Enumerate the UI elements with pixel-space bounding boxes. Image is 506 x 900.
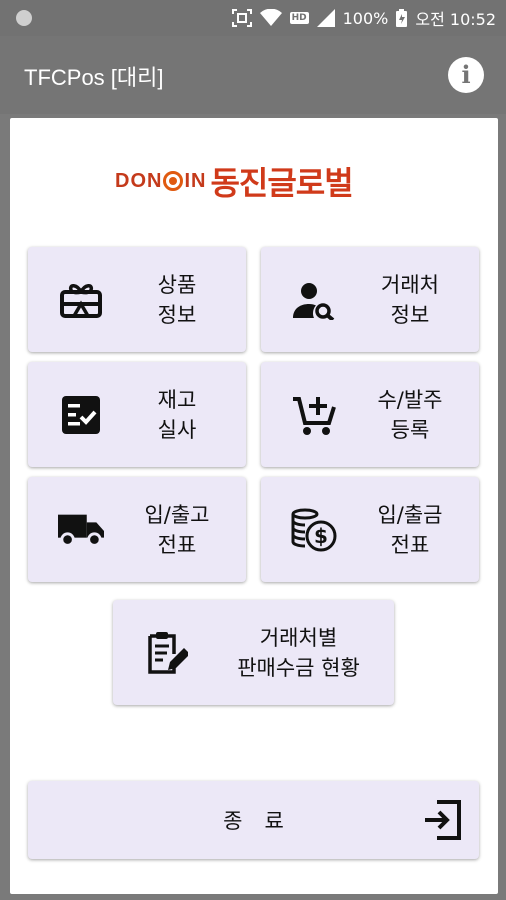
status-bar: HD 100% 오전 10:52 — [0, 0, 506, 36]
app-bar: TFCPos [대리] i — [0, 36, 506, 114]
exit-label: 종료 — [223, 809, 306, 833]
info-icon: i — [461, 60, 471, 89]
payment-slip-label: 입/출금 전표 — [377, 502, 443, 557]
client-sales-status-button[interactable]: 거래처별 판매수금 현황 — [113, 600, 394, 705]
client-info-label: 거래처 정보 — [381, 272, 439, 327]
battery-icon — [396, 9, 408, 27]
gift-card-icon — [58, 277, 104, 323]
scan-icon — [231, 9, 252, 27]
hd-icon: HD — [289, 12, 309, 24]
logo-korean: 동진글로벌 — [210, 164, 353, 202]
order-register-button[interactable]: 수/발주 등록 — [261, 362, 479, 467]
status-icons: HD 100% 오전 10:52 — [231, 7, 496, 29]
coins-icon: $ — [291, 507, 337, 553]
info-button[interactable]: i — [448, 57, 484, 93]
exit-icon — [421, 799, 463, 841]
logo-ring-icon — [163, 171, 184, 191]
shipping-slip-label: 입/출고 전표 — [144, 502, 210, 557]
stock-check-button[interactable]: 재고 실사 — [28, 362, 246, 467]
main-card: DON IN 동진글로벌 상품 정보 거래처 정보 재고 실사 수/발주 등록 … — [10, 118, 498, 894]
client-info-button[interactable]: 거래처 정보 — [261, 247, 479, 352]
user-search-icon — [291, 277, 337, 323]
product-info-button[interactable]: 상품 정보 — [28, 247, 246, 352]
truck-icon — [58, 507, 104, 553]
signal-icon — [316, 9, 335, 27]
cart-add-icon — [291, 392, 337, 438]
checklist-icon — [58, 392, 104, 438]
notification-dot-icon — [16, 10, 32, 26]
product-info-label: 상품 정보 — [157, 272, 197, 327]
svg-text:$: $ — [314, 524, 328, 548]
wifi-icon — [259, 9, 282, 26]
shipping-slip-button[interactable]: 입/출고 전표 — [28, 477, 246, 582]
page-title: TFCPos [대리] — [24, 65, 164, 90]
battery-percent: 100% — [342, 8, 389, 28]
order-register-label: 수/발주 등록 — [377, 387, 443, 442]
payment-slip-button[interactable]: $ 입/출금 전표 — [261, 477, 479, 582]
logo-english: DON IN — [115, 169, 207, 192]
company-logo: DON IN 동진글로벌 — [115, 158, 354, 204]
exit-button[interactable]: 종료 — [28, 781, 479, 859]
clipboard-edit-icon — [143, 630, 189, 676]
client-sales-status-label: 거래처별 판매수금 현황 — [237, 625, 360, 680]
stock-check-label: 재고 실사 — [157, 387, 197, 442]
status-time: 오전 10:52 — [415, 10, 496, 29]
